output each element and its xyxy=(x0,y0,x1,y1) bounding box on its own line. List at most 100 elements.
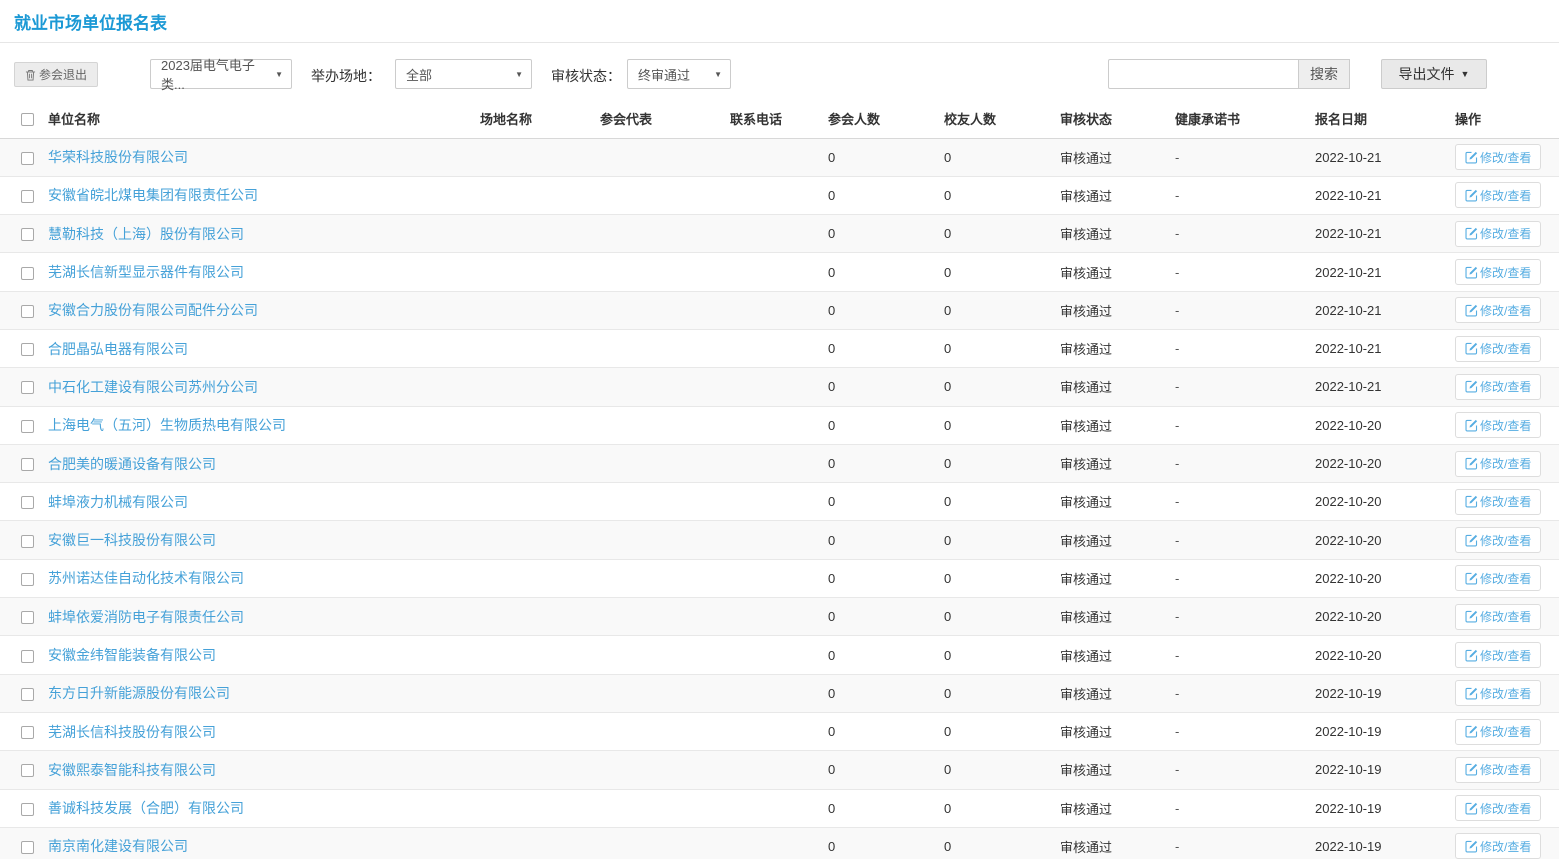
row-checkbox[interactable] xyxy=(21,267,34,280)
cell-alumni-count: 0 xyxy=(944,329,1060,367)
row-checkbox[interactable] xyxy=(21,496,34,509)
audit-filter-label: 审核状态： xyxy=(551,66,621,86)
cell-alumni-count: 0 xyxy=(944,253,1060,291)
edit-view-button[interactable]: 修改/查看 xyxy=(1455,604,1541,630)
table-row: 中石化工建设有限公司苏州分公司 0 0 审核通过 - 2022-10-21 修改… xyxy=(0,368,1559,406)
cell-venue-name xyxy=(480,329,600,367)
cell-alumni-count: 0 xyxy=(944,138,1060,176)
edit-view-button[interactable]: 修改/查看 xyxy=(1455,795,1541,821)
select-all-checkbox[interactable] xyxy=(21,113,34,126)
row-checkbox[interactable] xyxy=(21,458,34,471)
cell-checkbox xyxy=(0,483,48,521)
company-link[interactable]: 芜湖长信新型显示器件有限公司 xyxy=(48,264,244,280)
company-link[interactable]: 蚌埠依爱消防电子有限责任公司 xyxy=(48,609,244,625)
export-file-button[interactable]: 导出文件 ▼ xyxy=(1381,59,1487,89)
row-checkbox[interactable] xyxy=(21,343,34,356)
cell-alumni-count: 0 xyxy=(944,176,1060,214)
venue-select[interactable]: 全部 ▼ xyxy=(395,59,532,89)
cell-actions: 修改/查看 xyxy=(1455,253,1559,291)
row-checkbox[interactable] xyxy=(21,803,34,816)
company-link[interactable]: 善诚科技发展（合肥）有限公司 xyxy=(48,800,244,816)
audit-select-value: 终审通过 xyxy=(638,65,690,84)
edit-view-button[interactable]: 修改/查看 xyxy=(1455,297,1541,323)
row-checkbox[interactable] xyxy=(21,228,34,241)
col-actions: 操作 xyxy=(1455,100,1559,138)
cell-alumni-count: 0 xyxy=(944,712,1060,750)
exit-conference-button[interactable]: 参会退出 xyxy=(14,62,98,87)
cell-delegate xyxy=(600,444,730,482)
company-link[interactable]: 华荣科技股份有限公司 xyxy=(48,149,188,165)
edit-view-button[interactable]: 修改/查看 xyxy=(1455,527,1541,553)
registration-page: 就业市场单位报名表 参会退出 2023届电气电子类... ▼ 举办场地： 全部 … xyxy=(0,0,1559,859)
edit-view-button[interactable]: 修改/查看 xyxy=(1455,259,1541,285)
row-checkbox[interactable] xyxy=(21,535,34,548)
cell-alumni-count: 0 xyxy=(944,215,1060,253)
edit-view-button[interactable]: 修改/查看 xyxy=(1455,412,1541,438)
company-link[interactable]: 安徽省皖北煤电集团有限责任公司 xyxy=(48,187,258,203)
company-link[interactable]: 上海电气（五河）生物质热电有限公司 xyxy=(48,417,286,433)
row-checkbox[interactable] xyxy=(21,573,34,586)
col-health-letter: 健康承诺书 xyxy=(1175,100,1315,138)
company-link[interactable]: 芜湖长信科技股份有限公司 xyxy=(48,724,216,740)
search-button[interactable]: 搜索 xyxy=(1298,59,1350,89)
search-input[interactable] xyxy=(1108,59,1299,89)
cell-unit-name: 东方日升新能源股份有限公司 xyxy=(48,674,480,712)
cell-health-letter: - xyxy=(1175,176,1315,214)
cell-attendee-count: 0 xyxy=(828,368,944,406)
cell-register-date: 2022-10-21 xyxy=(1315,329,1455,367)
row-checkbox[interactable] xyxy=(21,688,34,701)
row-checkbox[interactable] xyxy=(21,764,34,777)
company-link[interactable]: 安徽金纬智能装备有限公司 xyxy=(48,647,216,663)
row-checkbox[interactable] xyxy=(21,305,34,318)
cell-delegate xyxy=(600,827,730,859)
row-checkbox[interactable] xyxy=(21,381,34,394)
row-checkbox[interactable] xyxy=(21,152,34,165)
company-link[interactable]: 中石化工建设有限公司苏州分公司 xyxy=(48,379,258,395)
company-link[interactable]: 安徽合力股份有限公司配件分公司 xyxy=(48,302,258,318)
edit-view-button[interactable]: 修改/查看 xyxy=(1455,833,1541,859)
company-link[interactable]: 合肥晶弘电器有限公司 xyxy=(48,341,188,357)
cell-phone xyxy=(730,827,828,859)
edit-view-button[interactable]: 修改/查看 xyxy=(1455,221,1541,247)
edit-view-button[interactable]: 修改/查看 xyxy=(1455,182,1541,208)
edit-view-button[interactable]: 修改/查看 xyxy=(1455,757,1541,783)
company-link[interactable]: 苏州诺达佳自动化技术有限公司 xyxy=(48,570,244,586)
edit-view-button[interactable]: 修改/查看 xyxy=(1455,451,1541,477)
company-link[interactable]: 东方日升新能源股份有限公司 xyxy=(48,685,230,701)
edit-view-button[interactable]: 修改/查看 xyxy=(1455,642,1541,668)
company-link[interactable]: 南京南化建设有限公司 xyxy=(48,838,188,854)
chevron-down-icon: ▼ xyxy=(275,70,283,79)
row-checkbox[interactable] xyxy=(21,611,34,624)
company-link[interactable]: 安徽熙泰智能科技有限公司 xyxy=(48,762,216,778)
edit-icon xyxy=(1465,380,1478,393)
row-checkbox[interactable] xyxy=(21,190,34,203)
edit-view-label: 修改/查看 xyxy=(1480,225,1531,242)
edit-icon xyxy=(1465,342,1478,355)
company-link[interactable]: 慧勒科技（上海）股份有限公司 xyxy=(48,226,244,242)
session-select[interactable]: 2023届电气电子类... ▼ xyxy=(150,59,292,89)
edit-view-button[interactable]: 修改/查看 xyxy=(1455,336,1541,362)
edit-view-button[interactable]: 修改/查看 xyxy=(1455,374,1541,400)
table-body: 华荣科技股份有限公司 0 0 审核通过 - 2022-10-21 修改/查看 安… xyxy=(0,138,1559,859)
cell-health-letter: - xyxy=(1175,598,1315,636)
edit-view-button[interactable]: 修改/查看 xyxy=(1455,489,1541,515)
company-link[interactable]: 合肥美的暖通设备有限公司 xyxy=(48,456,216,472)
cell-venue-name xyxy=(480,751,600,789)
cell-phone xyxy=(730,253,828,291)
row-checkbox[interactable] xyxy=(21,650,34,663)
cell-delegate xyxy=(600,559,730,597)
cell-phone xyxy=(730,215,828,253)
company-link[interactable]: 蚌埠液力机械有限公司 xyxy=(48,494,188,510)
row-checkbox[interactable] xyxy=(21,841,34,854)
edit-icon xyxy=(1465,534,1478,547)
edit-view-button[interactable]: 修改/查看 xyxy=(1455,719,1541,745)
audit-select[interactable]: 终审通过 ▼ xyxy=(627,59,731,89)
cell-phone xyxy=(730,674,828,712)
edit-icon xyxy=(1465,304,1478,317)
row-checkbox[interactable] xyxy=(21,726,34,739)
edit-view-button[interactable]: 修改/查看 xyxy=(1455,144,1541,170)
edit-view-button[interactable]: 修改/查看 xyxy=(1455,565,1541,591)
company-link[interactable]: 安徽巨一科技股份有限公司 xyxy=(48,532,216,548)
edit-view-button[interactable]: 修改/查看 xyxy=(1455,680,1541,706)
row-checkbox[interactable] xyxy=(21,420,34,433)
